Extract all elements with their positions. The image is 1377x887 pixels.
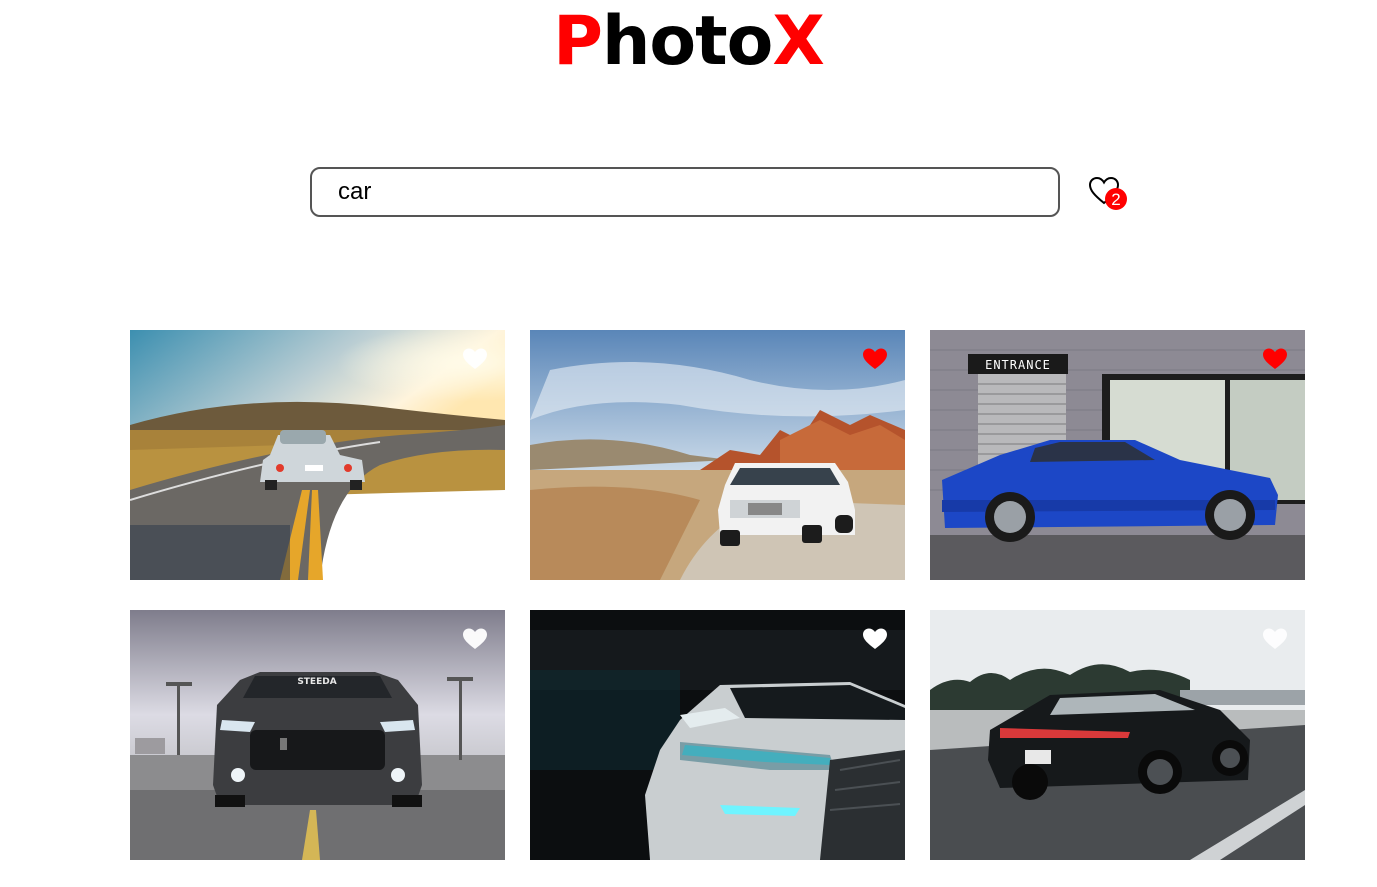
search-input[interactable] [310,167,1060,217]
photo-card-2[interactable] [530,330,905,580]
photo-image-1 [130,330,505,580]
logo-text: hoto [602,2,773,81]
photo-image-5 [530,610,905,860]
heart-icon-2[interactable] [862,347,888,371]
logo: PhotoX [0,2,1377,82]
heart-icon-3[interactable] [1262,347,1288,371]
logo-letter-p: P [553,2,603,81]
logo-letter-x: X [772,2,824,81]
photo-card-1[interactable] [130,330,505,580]
heart-icon-1[interactable] [462,347,488,371]
search-bar: 2 [310,167,1140,217]
heart-icon-4[interactable] [462,627,488,651]
favorites-count-badge: 2 [1105,188,1127,210]
photo-card-4[interactable]: STEEDA [130,610,505,860]
heart-icon-5[interactable] [862,627,888,651]
windshield-banner-text: STEEDA [297,677,336,687]
photo-image-6 [930,610,1305,860]
photo-image-2 [530,330,905,580]
photo-card-6[interactable] [930,610,1305,860]
photo-image-4: STEEDA [130,610,505,860]
photo-card-3[interactable]: ENTRANCE [930,330,1305,580]
photo-card-5[interactable] [530,610,905,860]
favorites-button[interactable]: 2 [1086,172,1132,212]
entrance-sign-text: ENTRANCE [985,358,1051,372]
heart-icon-6[interactable] [1262,627,1288,651]
photo-image-3: ENTRANCE [930,330,1305,580]
